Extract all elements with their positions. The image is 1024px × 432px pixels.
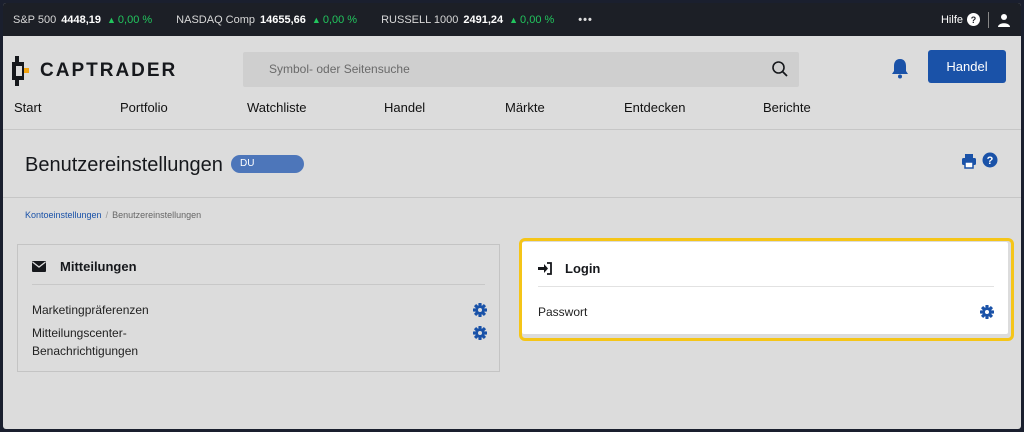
breadcrumb-separator: / <box>105 210 109 220</box>
ticker-russell[interactable]: RUSSELL 1000 2491,24 ▲ 0,00 % <box>381 14 554 26</box>
app-window: S&P 500 4448,19 ▲ 0,00 % NASDAQ Comp 1465… <box>3 3 1021 429</box>
messages-panel-title: Mitteilungen <box>60 259 137 274</box>
breadcrumb-current: Benutzereinstellungen <box>112 210 202 220</box>
login-panel: Login Passwort <box>522 242 1008 334</box>
ticker-change: ▲ 0,00 % <box>312 14 357 26</box>
nav-item-watchliste[interactable]: Watchliste <box>247 100 306 115</box>
svg-text:?: ? <box>987 155 994 167</box>
divider <box>32 284 485 285</box>
help-circle-icon[interactable]: ? <box>982 152 998 168</box>
nav-item-maerkte[interactable]: Märkte <box>505 100 545 115</box>
login-panel-header: Login <box>538 261 600 276</box>
search-placeholder: Symbol- oder Seitensuche <box>269 62 410 76</box>
divider <box>538 286 994 287</box>
account-badge[interactable]: DU <box>231 155 304 173</box>
search-input[interactable]: Symbol- oder Seitensuche <box>243 52 799 87</box>
up-arrow-icon: ▲ <box>311 14 321 25</box>
password-label: Passwort <box>538 305 588 319</box>
ticker-change: ▲ 0,00 % <box>509 14 554 26</box>
ticker-change-value: 0,00 % <box>322 13 358 26</box>
ticker-nasdaq[interactable]: NASDAQ Comp 14655,66 ▲ 0,00 % <box>176 14 357 26</box>
user-icon[interactable] <box>997 13 1011 27</box>
nav-item-berichte[interactable]: Berichte <box>763 100 811 115</box>
messages-panel: Mitteilungen Marketingpräferenzen Mittei… <box>17 244 500 372</box>
divider <box>3 197 1021 198</box>
notification-center-label-line2: Benachrichtigungen <box>32 344 139 358</box>
ticker-value: 14655,66 <box>260 13 306 26</box>
notification-center-label-line1: Mitteilungscenter- <box>32 326 127 340</box>
ticker-name: RUSSELL 1000 <box>381 13 459 26</box>
help-label: Hilfe <box>940 13 963 26</box>
main-nav: Start Portfolio Watchliste Handel Märkte… <box>3 100 1021 120</box>
captrader-logo[interactable]: CAPTRADER <box>12 56 177 86</box>
question-icon: ? <box>967 13 980 26</box>
nav-item-portfolio[interactable]: Portfolio <box>120 100 168 115</box>
main-header: CAPTRADER Symbol- oder Seitensuche Hande… <box>3 36 1021 130</box>
search-icon[interactable] <box>771 60 789 78</box>
print-icon[interactable] <box>961 153 977 169</box>
ticker-change: ▲ 0,00 % <box>107 14 152 26</box>
help-link[interactable]: Hilfe ? <box>941 13 980 26</box>
login-panel-title: Login <box>565 261 601 276</box>
sign-in-icon <box>538 262 552 275</box>
up-arrow-icon: ▲ <box>509 14 519 25</box>
gear-icon[interactable] <box>980 305 994 319</box>
messages-panel-header: Mitteilungen <box>32 259 137 274</box>
marketing-preferences-label: Marketingpräferenzen <box>32 303 149 317</box>
envelope-icon <box>32 261 46 272</box>
trade-button[interactable]: Handel <box>928 50 1006 83</box>
logo-text: CAPTRADER <box>40 60 178 81</box>
ticker-name: S&P 500 <box>13 13 57 26</box>
ticker-change-value: 0,00 % <box>520 13 555 26</box>
ticker-right-tools: Hilfe ? <box>941 3 1011 36</box>
page-title: Benutzereinstellungen <box>25 154 223 176</box>
breadcrumb: Kontoeinstellungen / Benutzereinstellungen <box>25 210 201 220</box>
ticker-sp500[interactable]: S&P 500 4448,19 ▲ 0,00 % <box>13 14 152 26</box>
gear-icon[interactable] <box>473 303 487 317</box>
ticker-value: 4448,19 <box>61 13 101 26</box>
nav-item-start[interactable]: Start <box>14 100 41 115</box>
up-arrow-icon: ▲ <box>107 14 116 25</box>
ticker-value: 2491,24 <box>463 13 504 26</box>
gear-icon[interactable] <box>473 326 487 340</box>
market-ticker-bar: S&P 500 4448,19 ▲ 0,00 % NASDAQ Comp 1465… <box>3 3 1021 36</box>
divider <box>988 11 989 28</box>
ticker-name: NASDAQ Comp <box>176 13 256 26</box>
nav-item-handel[interactable]: Handel <box>384 100 425 115</box>
ticker-change-value: 0,00 % <box>117 13 153 26</box>
breadcrumb-link-kontoeinstellungen[interactable]: Kontoeinstellungen <box>25 210 102 220</box>
more-tickers-button[interactable]: ••• <box>578 14 593 26</box>
captrader-logo-icon <box>12 56 29 86</box>
nav-item-entdecken[interactable]: Entdecken <box>624 100 685 115</box>
bell-icon[interactable] <box>890 57 910 79</box>
